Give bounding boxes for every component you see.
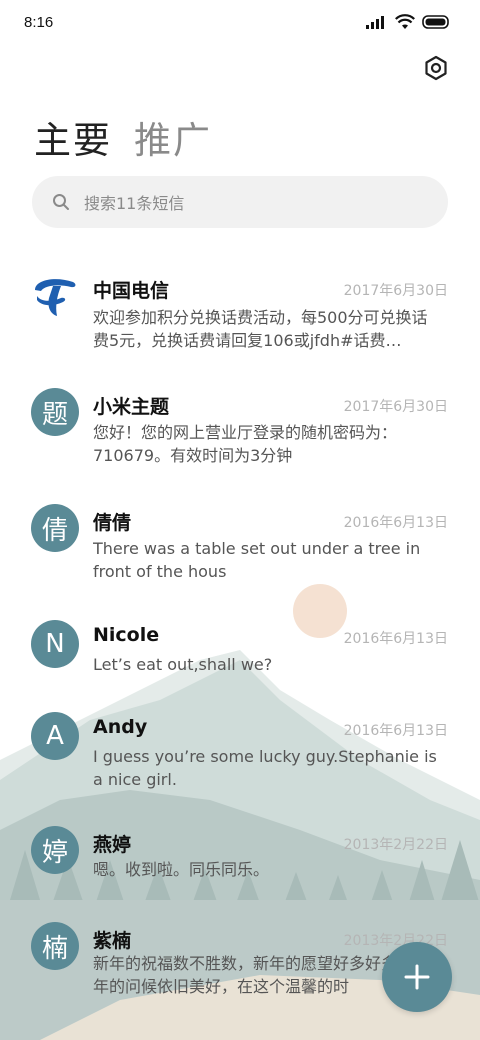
- search-bar[interactable]: 搜索11条短信: [32, 176, 448, 228]
- conversation-item[interactable]: 婷 燕婷 2013年2月22日 嗯。收到啦。同乐同乐。: [0, 820, 480, 914]
- message-date: 2013年2月22日: [343, 837, 448, 853]
- conversation-list: 中国电信 2017年6月30日 欢迎参加积分兑换话费活动，每500分可兑换话费5…: [0, 258, 480, 1004]
- contact-name: 中国电信: [93, 280, 170, 302]
- conversation-item[interactable]: 题 小米主题 2017年6月30日 您好！您的网上营业厅登录的随机密码为：710…: [0, 376, 480, 494]
- search-placeholder: 搜索11条短信: [84, 194, 185, 213]
- avatar: 倩: [31, 504, 79, 552]
- avatar: N: [31, 620, 79, 668]
- signal-icon: [366, 16, 384, 29]
- tab-primary[interactable]: 主要: [34, 110, 112, 164]
- china-telecom-logo-icon: [31, 272, 79, 320]
- avatar: A: [31, 712, 79, 760]
- tab-promotions[interactable]: 推广: [134, 110, 212, 164]
- contact-name: 紫楠: [93, 930, 132, 952]
- avatar: 楠: [31, 922, 79, 970]
- avatar: 题: [31, 388, 79, 436]
- contact-name: 小米主题: [93, 396, 170, 418]
- wifi-icon: [395, 14, 415, 29]
- contact-name: Andy: [93, 716, 148, 738]
- avatar: 婷: [31, 826, 79, 874]
- message-preview: 欢迎参加积分兑换话费活动，每500分可兑换话费5元，兑换话费请回复106或jfd…: [93, 308, 428, 350]
- message-date: 2017年6月30日: [343, 283, 448, 299]
- conversation-item[interactable]: A Andy 2016年6月13日 I guess you’re some lu…: [0, 704, 480, 820]
- conversation-item[interactable]: 倩 倩倩 2016年6月13日 There was a table set ou…: [0, 494, 480, 612]
- status-time: 8:16: [24, 13, 54, 31]
- message-preview: I guess you’re some lucky guy.Stephanie …: [93, 747, 437, 789]
- contact-name: 倩倩: [93, 512, 132, 534]
- battery-icon: [422, 15, 449, 29]
- message-date: 2016年6月13日: [343, 631, 448, 647]
- status-icons: [366, 14, 450, 30]
- tab-bar: 主要 推广: [34, 110, 212, 164]
- settings-button[interactable]: [422, 54, 450, 82]
- message-date: 2016年6月13日: [343, 723, 448, 739]
- contact-name: 燕婷: [93, 834, 132, 856]
- contact-name: Nicole: [93, 624, 160, 646]
- search-icon: [53, 194, 69, 210]
- message-preview: 您好！您的网上营业厅登录的随机密码为：710679。有效时间为3分钟: [93, 423, 398, 465]
- message-date: 2016年6月13日: [343, 515, 448, 531]
- plus-icon: [404, 964, 430, 990]
- message-preview: 嗯。收到啦。同乐同乐。: [93, 860, 270, 879]
- conversation-item[interactable]: N Nicole 2016年6月13日 Let’s eat out,shall …: [0, 612, 480, 704]
- message-preview: There was a table set out under a tree i…: [93, 539, 421, 581]
- settings-hexagon-icon: [425, 55, 447, 81]
- message-preview: Let’s eat out,shall we?: [93, 655, 273, 674]
- new-message-button[interactable]: [382, 942, 452, 1012]
- message-date: 2017年6月30日: [343, 399, 448, 415]
- status-bar: 8:16: [0, 0, 480, 44]
- conversation-item[interactable]: 中国电信 2017年6月30日 欢迎参加积分兑换话费活动，每500分可兑换话费5…: [0, 258, 480, 376]
